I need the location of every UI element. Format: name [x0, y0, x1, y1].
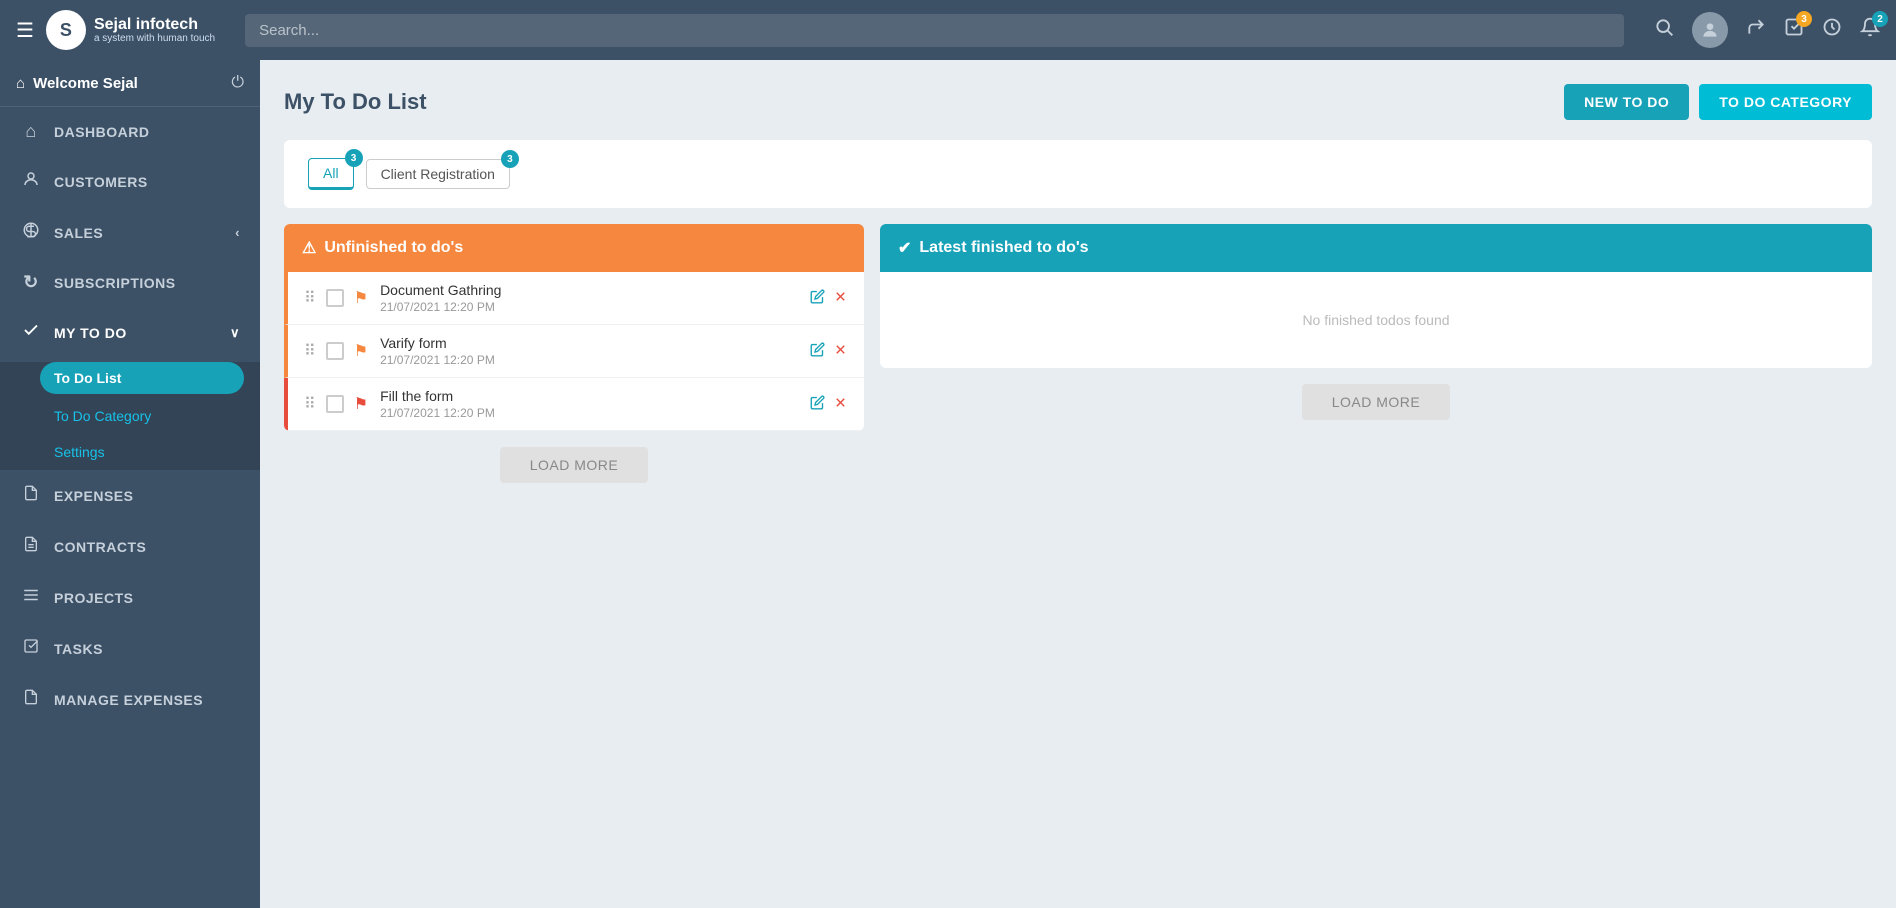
todo-item: ⠿ ⚑ Fill the form 21/07/2021 12:20 PM — [284, 378, 864, 431]
filter-section: All 3 Client Registration 3 — [284, 140, 1872, 208]
finished-empty-text: No finished todos found — [880, 272, 1872, 368]
topnav-icon-group: 3 2 — [1654, 12, 1880, 48]
todo-submenu: To Do List To Do Category Settings — [0, 362, 260, 470]
tasks-sidebar-icon — [20, 637, 42, 660]
todo-content-2: Varify form 21/07/2021 12:20 PM — [380, 335, 800, 367]
main-layout: ⌂ Welcome Sejal ⏻ ⌂ DASHBOARD CUSTOMERS — [0, 60, 1896, 908]
page-header: My To Do List NEW TO DO TO DO CATEGORY — [284, 84, 1872, 120]
sidebar: ⌂ Welcome Sejal ⏻ ⌂ DASHBOARD CUSTOMERS — [0, 60, 260, 908]
drag-handle-icon[interactable]: ⠿ — [304, 394, 316, 414]
sidebar-item-tasks[interactable]: TASKS — [0, 623, 260, 674]
unfinished-column: ⚠ Unfinished to do's ⠿ ⚑ Document Gathri… — [284, 224, 864, 499]
delete-icon[interactable] — [833, 342, 848, 361]
sales-icon — [20, 221, 42, 244]
delete-icon[interactable] — [833, 395, 848, 414]
edit-icon[interactable] — [810, 395, 825, 414]
projects-icon — [20, 586, 42, 609]
main-content: My To Do List NEW TO DO TO DO CATEGORY A… — [260, 60, 1896, 908]
search-icon[interactable] — [1654, 17, 1674, 43]
todo-checkbox-1[interactable] — [326, 289, 344, 307]
sales-chevron-icon: ‹ — [235, 225, 240, 240]
sidebar-item-manage-expenses[interactable]: MANAGE EXPENSES — [0, 674, 260, 725]
client-reg-badge: 3 — [501, 150, 519, 168]
customers-icon — [20, 170, 42, 193]
sidebar-item-subscriptions[interactable]: ↻ SUBSCRIPTIONS — [0, 258, 260, 307]
page-title: My To Do List — [284, 89, 427, 115]
todo-content-3: Fill the form 21/07/2021 12:20 PM — [380, 388, 800, 420]
todo-actions-2 — [810, 342, 848, 361]
bell-icon[interactable]: 2 — [1860, 17, 1880, 43]
welcome-text: ⌂ Welcome Sejal — [16, 75, 138, 92]
warning-icon: ⚠ — [302, 238, 316, 258]
todo-columns: ⚠ Unfinished to do's ⠿ ⚑ Document Gathri… — [284, 224, 1872, 499]
todo-item: ⠿ ⚑ Varify form 21/07/2021 12:20 PM — [284, 325, 864, 378]
app-logo: S Sejal infotech a system with human tou… — [46, 10, 215, 50]
sidebar-item-sales[interactable]: SALES ‹ — [0, 207, 260, 258]
forward-icon[interactable] — [1746, 17, 1766, 43]
dashboard-icon: ⌂ — [20, 121, 42, 142]
todo-checkbox-3[interactable] — [326, 395, 344, 413]
submenu-settings[interactable]: Settings — [0, 434, 260, 470]
clock-icon[interactable] — [1822, 17, 1842, 43]
load-more-unfinished-button[interactable]: LOAD MORE — [500, 447, 649, 483]
edit-icon[interactable] — [810, 289, 825, 308]
home-icon: ⌂ — [16, 75, 25, 92]
flag-icon: ⚑ — [354, 341, 368, 361]
todo-icon — [20, 321, 42, 344]
sidebar-item-projects[interactable]: PROJECTS — [0, 572, 260, 623]
sidebar-item-contracts[interactable]: CONTRACTS — [0, 521, 260, 572]
drag-handle-icon[interactable]: ⠿ — [304, 288, 316, 308]
subscriptions-icon: ↻ — [20, 272, 42, 293]
todo-content-1: Document Gathring 21/07/2021 12:20 PM — [380, 282, 800, 314]
hamburger-menu-icon[interactable]: ☰ — [16, 18, 34, 43]
avatar[interactable] — [1692, 12, 1728, 48]
manage-expenses-icon — [20, 688, 42, 711]
sidebar-item-customers[interactable]: CUSTOMERS — [0, 156, 260, 207]
sidebar-item-expenses[interactable]: EXPENSES — [0, 470, 260, 521]
checkmark-icon: ✔ — [898, 238, 911, 258]
bell-badge: 2 — [1872, 11, 1888, 27]
todo-item: ⠿ ⚑ Document Gathring 21/07/2021 12:20 P… — [284, 272, 864, 325]
finished-card: ✔ Latest finished to do's No finished to… — [880, 224, 1872, 368]
tasks-icon[interactable]: 3 — [1784, 17, 1804, 43]
todo-actions-1 — [810, 289, 848, 308]
page-header-buttons: NEW TO DO TO DO CATEGORY — [1564, 84, 1872, 120]
all-tab-badge: 3 — [345, 149, 363, 167]
unfinished-header: ⚠ Unfinished to do's — [284, 224, 864, 272]
todo-category-button[interactable]: TO DO CATEGORY — [1699, 84, 1872, 120]
todo-actions-3 — [810, 395, 848, 414]
submenu-todo-category[interactable]: To Do Category — [0, 398, 260, 434]
sidebar-item-my-todo[interactable]: MY TO DO ∨ — [0, 307, 260, 358]
drag-handle-icon[interactable]: ⠿ — [304, 341, 316, 361]
flag-icon: ⚑ — [354, 394, 368, 414]
filter-tab-all[interactable]: All 3 — [308, 158, 354, 190]
sidebar-header: ⌂ Welcome Sejal ⏻ — [0, 60, 260, 107]
new-todo-button[interactable]: NEW TO DO — [1564, 84, 1689, 120]
top-navbar: ☰ S Sejal infotech a system with human t… — [0, 0, 1896, 60]
sidebar-nav: ⌂ DASHBOARD CUSTOMERS SALES — [0, 107, 260, 908]
edit-icon[interactable] — [810, 342, 825, 361]
power-icon[interactable]: ⏻ — [231, 74, 244, 92]
flag-icon: ⚑ — [354, 288, 368, 308]
unfinished-card: ⚠ Unfinished to do's ⠿ ⚑ Document Gathri… — [284, 224, 864, 431]
filter-tab-client-registration[interactable]: Client Registration 3 — [366, 159, 510, 189]
tasks-badge: 3 — [1796, 11, 1812, 27]
todo-checkbox-2[interactable] — [326, 342, 344, 360]
logo-circle: S — [46, 10, 86, 50]
expenses-icon — [20, 484, 42, 507]
finished-column: ✔ Latest finished to do's No finished to… — [880, 224, 1872, 499]
logo-text: Sejal infotech a system with human touch — [94, 16, 215, 45]
submenu-todo-list[interactable]: To Do List — [40, 362, 244, 394]
search-input[interactable] — [245, 14, 1624, 47]
todo-chevron-icon: ∨ — [230, 325, 240, 341]
sidebar-item-dashboard[interactable]: ⌂ DASHBOARD — [0, 107, 260, 156]
contracts-icon — [20, 535, 42, 558]
finished-header: ✔ Latest finished to do's — [880, 224, 1872, 272]
delete-icon[interactable] — [833, 289, 848, 308]
load-more-finished-button[interactable]: LOAD MORE — [1302, 384, 1451, 420]
